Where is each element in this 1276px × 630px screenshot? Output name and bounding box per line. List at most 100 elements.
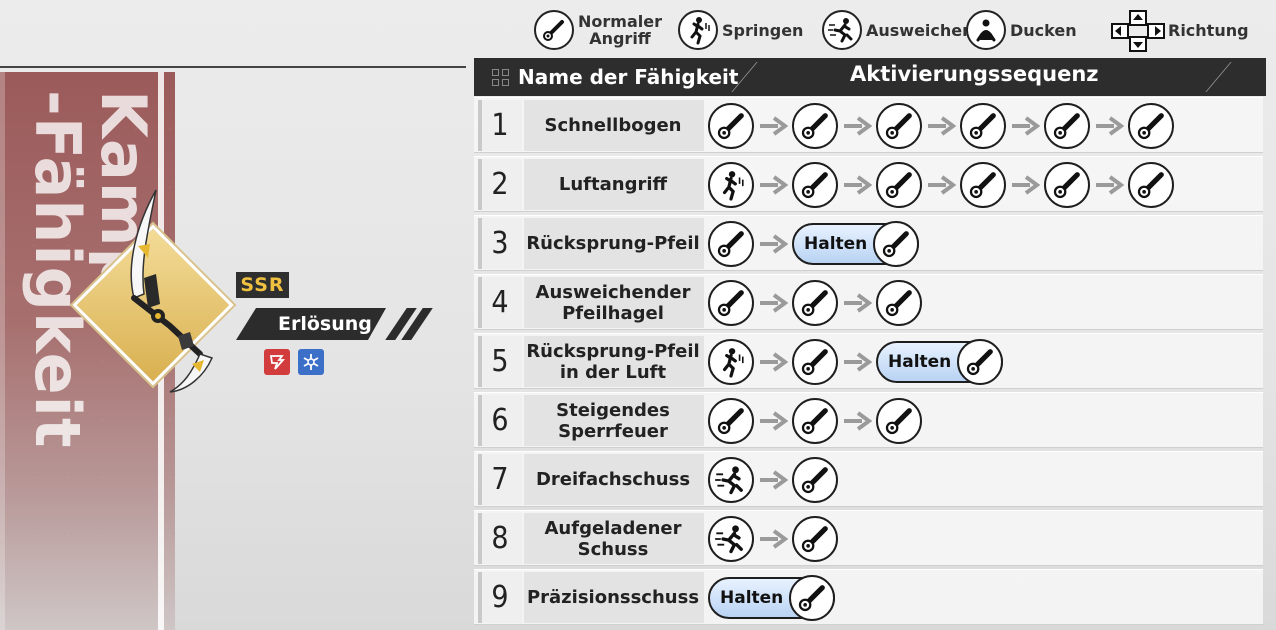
activation-sequence xyxy=(708,516,838,562)
legend-direction-label: Richtung xyxy=(1168,20,1249,40)
header-divider-right xyxy=(1205,62,1261,92)
attack-icon xyxy=(876,103,922,149)
weapon-bow-icon xyxy=(130,189,214,393)
skill-name: Rücksprung-Pfeil xyxy=(526,233,700,254)
activation-sequence xyxy=(708,103,1174,149)
skill-number: 2 xyxy=(491,167,509,202)
arrow-right-icon xyxy=(754,398,792,444)
skill-number: 7 xyxy=(491,462,509,497)
controls-legend: Normaler Angriff Springen Ausweichen Duck… xyxy=(534,6,1274,54)
skill-number: 8 xyxy=(491,521,509,556)
attack-icon xyxy=(876,162,922,208)
skill-row: 5 Rücksprung-Pfeil in der Luft Halten xyxy=(474,333,1263,388)
arrow-right-icon xyxy=(838,162,876,208)
fire-element-icon xyxy=(264,349,290,375)
legend-dodge: Ausweichen xyxy=(822,6,974,54)
rarity-badge: SSR xyxy=(236,272,289,298)
banner-edge xyxy=(0,72,5,630)
skill-row: 6 Steigendes Sperrfeuer xyxy=(474,392,1263,447)
skill-row: 7 Dreifachschuss xyxy=(474,451,1263,506)
attack-icon xyxy=(960,162,1006,208)
arrow-right-icon xyxy=(754,280,792,326)
attack-icon xyxy=(708,103,754,149)
header-rule xyxy=(0,66,466,68)
arrow-right-icon xyxy=(1090,103,1128,149)
activation-sequence: Halten xyxy=(708,221,920,267)
ice-element-icon xyxy=(298,349,324,375)
skill-name: Schnellbogen xyxy=(544,115,682,136)
attack-icon xyxy=(792,457,838,503)
dodge-icon xyxy=(708,516,754,562)
arrow-right-icon xyxy=(838,398,876,444)
activation-sequence xyxy=(708,162,1174,208)
skill-row: 9 Präzisionsschuss Halten xyxy=(474,569,1263,624)
hold-attack-button: Halten xyxy=(876,339,1004,385)
attack-icon xyxy=(792,280,838,326)
attack-icon xyxy=(960,103,1006,149)
activation-sequence: Halten xyxy=(708,575,836,621)
dodge-icon xyxy=(708,457,754,503)
attack-icon xyxy=(1044,162,1090,208)
arrow-right-icon xyxy=(838,339,876,385)
skill-number: 9 xyxy=(491,580,509,615)
arrow-right-icon xyxy=(1006,162,1044,208)
activation-sequence: Halten xyxy=(708,339,1004,385)
skill-name: Luftangriff xyxy=(558,174,668,195)
legend-attack-line2: Angriff xyxy=(589,29,651,48)
hold-attack-button: Halten xyxy=(792,221,920,267)
legend-jump-label: Springen xyxy=(722,20,804,40)
arrow-right-icon xyxy=(754,162,792,208)
hold-label: Halten xyxy=(804,234,868,254)
crouch-icon xyxy=(966,10,1006,50)
weapon-name: Erlösung xyxy=(236,308,386,340)
arrow-right-icon xyxy=(1006,103,1044,149)
legend-attack: Normaler Angriff xyxy=(534,6,662,54)
arrow-right-icon xyxy=(754,103,792,149)
skill-name: Präzisionsschuss xyxy=(526,587,700,608)
attack-icon xyxy=(876,280,922,326)
hold-attack-button: Halten xyxy=(708,575,836,621)
arrow-right-icon xyxy=(838,103,876,149)
attack-icon xyxy=(792,162,838,208)
arrow-right-icon xyxy=(754,221,792,267)
skill-number: 6 xyxy=(491,403,509,438)
activation-sequence xyxy=(708,457,838,503)
legend-crouch: Ducken xyxy=(966,6,1077,54)
skill-table-header: Name der Fähigkeit Aktivierungssequenz xyxy=(474,58,1266,96)
attack-icon xyxy=(708,398,754,444)
attack-icon xyxy=(789,575,836,621)
arrow-right-icon xyxy=(754,339,792,385)
skill-row: 2 Luftangriff xyxy=(474,156,1263,211)
dodge-icon xyxy=(822,10,862,50)
legend-jump: Springen xyxy=(678,6,803,54)
legend-attack-line1: Normaler xyxy=(578,12,662,31)
activation-sequence xyxy=(708,280,922,326)
skill-row: 1 Schnellbogen xyxy=(474,97,1263,152)
attack-icon xyxy=(1128,162,1174,208)
legend-dodge-label: Ausweichen xyxy=(866,20,974,40)
legend-direction: Richtung xyxy=(1110,6,1249,54)
attack-icon xyxy=(1128,103,1174,149)
arrow-right-icon xyxy=(754,516,792,562)
attack-icon xyxy=(792,103,838,149)
attack-icon xyxy=(876,398,922,444)
skill-name: Rücksprung-Pfeil in der Luft xyxy=(526,340,700,383)
attack-icon xyxy=(873,221,920,267)
attack-icon xyxy=(792,516,838,562)
skill-number: 1 xyxy=(491,108,509,143)
hold-label: Halten xyxy=(888,352,952,372)
attack-icon xyxy=(534,10,574,50)
attack-icon xyxy=(792,339,838,385)
header-sequence: Aktivierungssequenz xyxy=(850,62,1099,86)
skill-row: 3 Rücksprung-Pfeil Halten xyxy=(474,215,1263,270)
arrow-right-icon xyxy=(754,457,792,503)
skill-name: Dreifachschuss xyxy=(535,469,691,490)
arrow-right-icon xyxy=(922,103,960,149)
skill-name: Ausweichender Pfeilhagel xyxy=(535,281,691,324)
hold-label: Halten xyxy=(720,588,784,608)
skill-name: Aufgeladener Schuss xyxy=(544,517,682,560)
direction-icon xyxy=(1110,9,1165,52)
jump-icon xyxy=(678,10,718,50)
jump-icon xyxy=(708,339,754,385)
jump-icon xyxy=(708,162,754,208)
